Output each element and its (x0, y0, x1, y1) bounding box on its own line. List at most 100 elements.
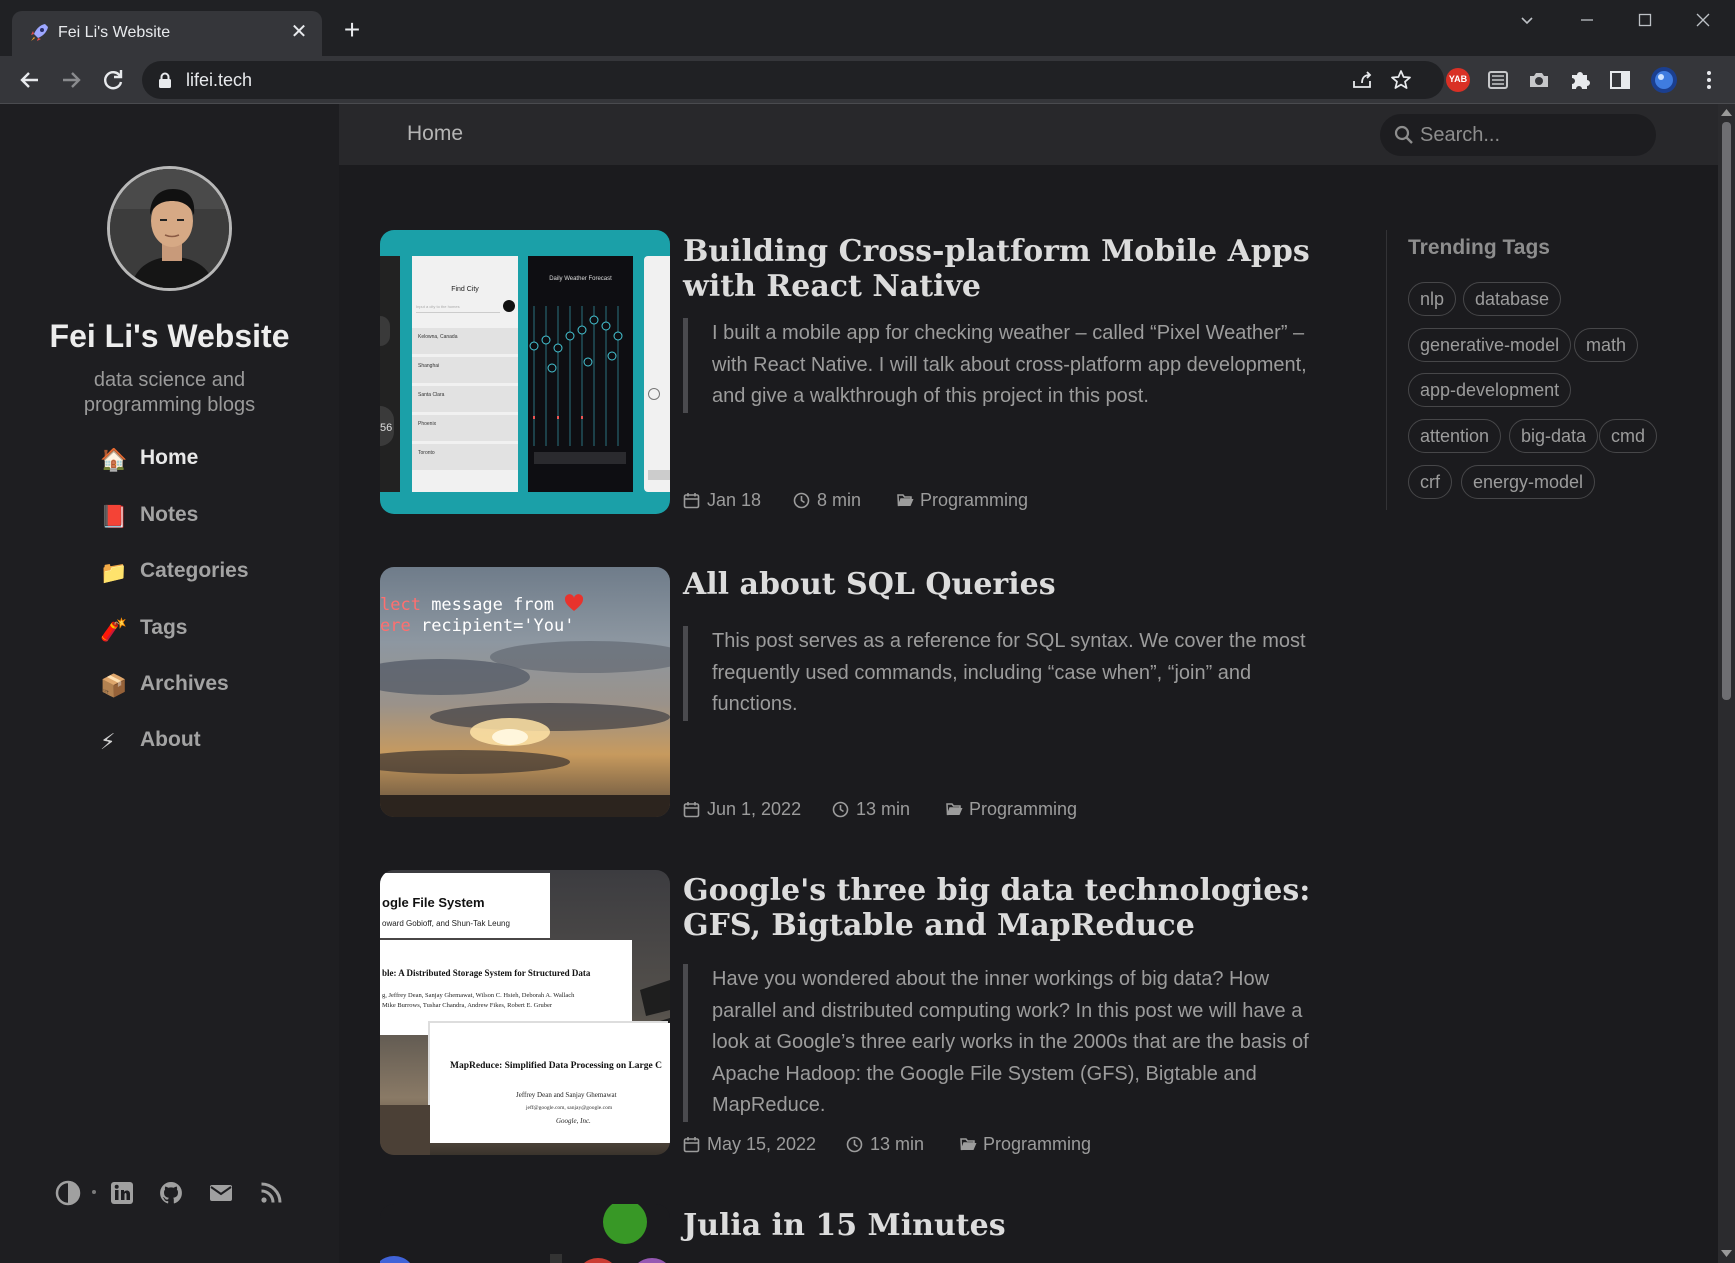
paper-emails: jeff@google.com, sanjay@google.com (526, 1105, 613, 1111)
tag-cmd[interactable]: cmd (1599, 419, 1658, 453)
site-title[interactable]: Fei Li's Website (0, 318, 339, 355)
sidebar-footer (0, 1174, 339, 1214)
trending-tags-panel: Trending Tags nlp database generative-mo… (1386, 230, 1686, 510)
address-bar[interactable]: lifei.tech (142, 61, 1444, 99)
notebook-icon: 📕 (100, 504, 128, 529)
tag-database[interactable]: database (1463, 282, 1562, 316)
extensions-puzzle-icon[interactable] (1566, 66, 1594, 94)
page-scrollbar[interactable] (1718, 104, 1735, 1263)
paper-title: ogle File System (382, 895, 485, 910)
clock-icon (793, 492, 810, 509)
minimize-icon[interactable] (1564, 4, 1610, 36)
post-thumbnail-julia[interactable] (380, 1204, 670, 1263)
tab-search-icon[interactable] (1504, 4, 1550, 36)
package-icon: 📦 (100, 673, 128, 698)
horizon-strip (380, 1105, 430, 1155)
paper-title: ble: A Distributed Storage System for St… (382, 968, 591, 978)
post-excerpt: I built a mobile app for checking weathe… (683, 318, 1333, 413)
linkedin-icon[interactable] (109, 1180, 135, 1206)
scroll-up-icon[interactable] (1721, 108, 1732, 116)
theme-toggle-icon[interactable] (55, 1180, 81, 1206)
post-title[interactable]: Google's three big data technologies: GF… (683, 873, 1323, 943)
maximize-icon[interactable] (1622, 4, 1668, 36)
tag-nlp[interactable]: nlp (1408, 282, 1457, 316)
profile-avatar-icon[interactable] (1650, 66, 1678, 94)
tag-math[interactable]: math (1574, 328, 1639, 362)
post-category-text[interactable]: Programming (983, 1134, 1091, 1155)
extension-badge-text: YAB (1448, 74, 1468, 84)
search-icon (1394, 125, 1413, 144)
tag-crf[interactable]: crf (1408, 465, 1452, 499)
folder-icon: 📁 (100, 560, 128, 585)
post-excerpt: Have you wondered about the inner workin… (683, 964, 1333, 1122)
url-text[interactable]: lifei.tech (186, 70, 252, 91)
city-row: Shanghai (412, 357, 518, 383)
sql-text: recipient='You' (410, 616, 575, 636)
sql-keyword: lect (380, 595, 421, 615)
browser-menu-icon[interactable] (1697, 68, 1721, 92)
profile-avatar[interactable] (107, 166, 232, 291)
find-city-heading: Find City (451, 286, 479, 293)
tag-generative-model[interactable]: generative-model (1408, 328, 1572, 362)
paper-authors: g, Jeffrey Dean, Sanjay Ghemawat, Wilson… (382, 992, 575, 999)
post-card[interactable]: ogle File System oward Gobioff, and Shun… (380, 870, 1340, 1155)
app-screen-forecast: Daily Weather Forecast (528, 256, 633, 492)
screen-capture-extension-icon[interactable] (1484, 66, 1512, 94)
sql-code-line: ere recipient='You' (380, 616, 574, 636)
bookmark-star-icon[interactable] (1389, 68, 1413, 92)
post-card[interactable]: 56 Find City Input a city to the homes K… (380, 230, 1340, 514)
clock-icon (846, 1136, 863, 1153)
tag-attention[interactable]: attention (1408, 419, 1502, 453)
city-row: Santa Clara (412, 386, 518, 412)
scroll-thumb[interactable] (1722, 122, 1731, 700)
camera-extension-icon[interactable] (1525, 66, 1553, 94)
paper-org: Google, Inc. (556, 1117, 591, 1125)
home-icon: 🏠 (100, 447, 128, 472)
share-icon[interactable] (1350, 68, 1374, 92)
post-category-text[interactable]: Programming (969, 799, 1077, 820)
email-icon[interactable] (208, 1180, 234, 1206)
yab-extension-icon[interactable]: YAB (1444, 66, 1472, 94)
post-thumbnail-sql[interactable]: lect message from ere recipient='You' (380, 567, 670, 817)
browser-tab[interactable]: Fei Li's Website ✕ (12, 11, 322, 56)
tag-big-data[interactable]: big-data (1509, 419, 1599, 453)
heart-icon (565, 594, 584, 611)
post-title[interactable]: Julia in 15 Minutes (683, 1208, 1323, 1243)
post-card[interactable]: Julia in 15 Minutes (380, 1204, 1340, 1263)
post-card[interactable]: lect message from ere recipient='You' Al… (380, 567, 1340, 820)
github-icon[interactable] (158, 1180, 184, 1206)
footer-dot-separator (92, 1190, 96, 1194)
post-date-text: Jan 18 (707, 490, 762, 510)
search-box[interactable] (1380, 114, 1656, 156)
post-read-time-text: 8 min (817, 490, 862, 510)
post-excerpt: This post serves as a reference for SQL … (683, 626, 1333, 721)
sidebar-item-label: Archives (140, 672, 229, 695)
rss-icon[interactable] (258, 1180, 284, 1206)
calendar-icon (683, 802, 700, 818)
search-input[interactable] (1420, 120, 1645, 150)
post-thumbnail-react-native[interactable]: 56 Find City Input a city to the homes K… (380, 230, 670, 514)
post-category-text[interactable]: Programming (920, 490, 1028, 511)
close-window-icon[interactable] (1680, 4, 1726, 36)
post-title[interactable]: All about SQL Queries (683, 567, 1323, 602)
tag-app-development[interactable]: app-development (1408, 373, 1572, 407)
browser-toolbar: lifei.tech YAB (0, 56, 1735, 104)
lock-icon[interactable] (156, 71, 174, 89)
new-tab-button[interactable]: + (338, 16, 366, 45)
firecracker-icon: 🧨 (100, 617, 128, 642)
post-thumbnail-google-papers[interactable]: ogle File System oward Gobioff, and Shun… (380, 870, 670, 1155)
forward-arrow-icon[interactable] (55, 64, 87, 96)
app-side-number: 56 (380, 422, 393, 434)
reload-icon[interactable] (97, 64, 129, 96)
side-panel-icon[interactable] (1606, 66, 1634, 94)
sql-code-line: lect message from (380, 594, 584, 615)
sidebar-item-label: Home (140, 446, 199, 469)
scroll-down-icon[interactable] (1721, 1250, 1732, 1258)
sidebar-item-label: About (140, 728, 201, 751)
post-title[interactable]: Building Cross-platform Mobile Apps with… (683, 234, 1323, 304)
tag-energy-model[interactable]: energy-model (1461, 465, 1596, 499)
sql-keyword: ere (380, 616, 411, 636)
back-arrow-icon[interactable] (14, 64, 46, 96)
tab-close-icon[interactable]: ✕ (286, 19, 312, 45)
city-input: Input a city to the homes (416, 301, 500, 313)
